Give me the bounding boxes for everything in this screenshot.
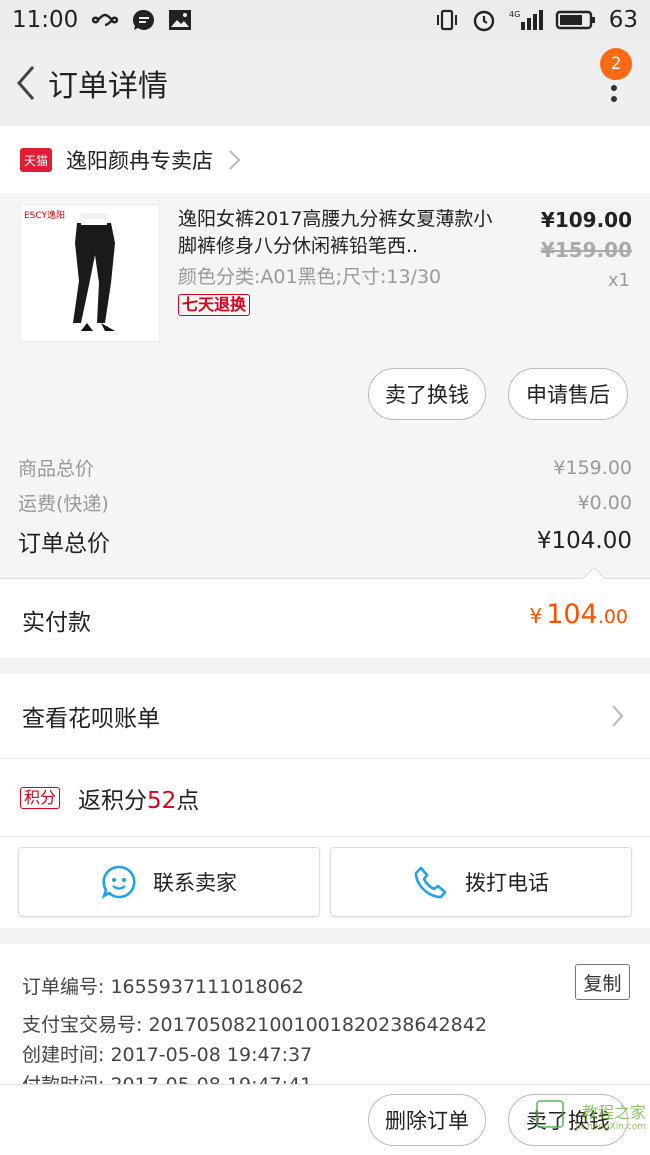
paid-amount-row: 实付款 ¥ 104 .00	[0, 578, 650, 658]
store-row[interactable]: 天猫 逸阳颜冉专卖店	[0, 126, 650, 194]
goods-total-row: 商品总价 ¥159.00	[18, 454, 632, 481]
contact-row: 联系卖家 拨打电话	[0, 836, 650, 928]
watermark-url: JiChengXin.com	[575, 1122, 646, 1132]
contact-seller-button[interactable]: 联系卖家	[18, 847, 320, 917]
paid-currency-symbol: ¥	[529, 604, 543, 628]
tmall-icon: 天猫	[20, 148, 52, 172]
points-badge: 积分	[20, 786, 61, 809]
paid-integer: 104	[546, 599, 598, 630]
watermark: 教程之家 JiChengXin.com	[575, 1105, 646, 1133]
order-number: 订单编号: 1655937111018062	[22, 976, 304, 998]
points-prefix: 返积分	[78, 787, 148, 814]
trousers-image-icon	[73, 213, 115, 331]
product-image[interactable]: ESCY逸阳	[20, 204, 160, 342]
points-amount: 52	[147, 787, 177, 814]
chevron-left-icon	[17, 66, 35, 100]
message-icon	[132, 8, 156, 32]
payment-time: 付款时间: 2017-05-08 19:47:41	[22, 1070, 312, 1084]
product-quantity: x1	[607, 270, 630, 291]
huabei-label: 查看花呗账单	[22, 706, 160, 732]
chevron-right-icon	[227, 149, 241, 171]
paid-amount: ¥ 104 .00	[530, 599, 629, 630]
page-title: 订单详情	[48, 69, 168, 104]
points-row: 积分 返积分52点	[0, 758, 650, 836]
battery-level: 63	[608, 7, 638, 33]
product-title[interactable]: 逸阳女裤2017高腰九分裤女夏薄款小脚裤修身八分休闲裤铅笔西..	[178, 206, 508, 260]
shipping-label: 运费(快递)	[18, 493, 109, 515]
call-phone-button[interactable]: 拨打电话	[330, 847, 632, 917]
order-total-label: 订单总价	[18, 531, 110, 557]
after-sale-button[interactable]: 申请售后	[508, 368, 628, 420]
huabei-bill-row[interactable]: 查看花呗账单	[0, 674, 650, 758]
goods-total-value: ¥159.00	[553, 456, 632, 479]
status-left: 11:00	[12, 7, 192, 33]
copy-button[interactable]: 复制	[575, 964, 630, 1000]
product-card: ESCY逸阳 逸阳女裤2017高腰九分裤女夏薄款小脚裤修身八分休闲裤铅笔西.. …	[0, 194, 650, 430]
paid-decimal: .00	[597, 606, 628, 628]
vibrate-icon	[435, 8, 459, 32]
contact-seller-label: 联系卖家	[153, 871, 237, 895]
product-spec: 颜色分类:A01黑色;尺寸:13/30	[178, 266, 442, 288]
goods-total-label: 商品总价	[18, 458, 95, 480]
battery-icon	[555, 9, 597, 31]
title-bar: 订单详情 2	[0, 40, 650, 126]
created-time: 创建时间: 2017-05-08 19:47:37	[22, 1044, 313, 1066]
product-original-price: ¥159.00	[540, 238, 632, 262]
delete-order-button[interactable]: 删除订单	[368, 1094, 486, 1146]
watermark-title: 教程之家	[581, 1103, 646, 1122]
paid-label: 实付款	[22, 610, 91, 636]
shipping-row: 运费(快递) ¥0.00	[18, 489, 632, 516]
shipping-value: ¥0.00	[577, 491, 632, 514]
status-right: 4G 63	[435, 7, 638, 33]
watermark-logo-icon	[536, 1100, 564, 1128]
alarm-icon	[471, 7, 497, 33]
store-name: 逸阳颜冉专卖店	[66, 149, 213, 173]
product-image-brand: ESCY逸阳	[24, 211, 66, 221]
chat-bubble-icon	[101, 864, 137, 900]
price-summary: 商品总价 ¥159.00 运费(快递) ¥0.00 订单总价 ¥104.00	[0, 430, 650, 578]
product-price: ¥109.00	[540, 208, 632, 232]
status-time: 11:00	[12, 7, 79, 33]
status-bar: 11:00 4G 63	[0, 0, 650, 40]
notification-badge: 2	[600, 48, 632, 80]
chevron-right-icon	[610, 704, 624, 734]
return-policy-badge: 七天退换	[178, 294, 251, 316]
order-total-row: 订单总价 ¥104.00	[18, 524, 632, 558]
alipay-trade-number: 支付宝交易号: 2017050821001001820238642842	[22, 1014, 487, 1036]
signal-icon: 4G	[509, 8, 543, 32]
order-total-value: ¥104.00	[536, 528, 632, 554]
sell-for-cash-button[interactable]: 卖了换钱	[368, 368, 486, 420]
order-info: 订单编号: 1655937111018062 复制 支付宝交易号: 201705…	[0, 944, 650, 1084]
points-suffix: 点	[176, 787, 200, 814]
network-type: 4G	[509, 10, 520, 19]
infinity-icon	[90, 11, 120, 29]
call-phone-label: 拨打电话	[465, 871, 549, 895]
points-text: 返积分52点	[78, 781, 199, 815]
phone-icon	[413, 864, 449, 900]
image-icon	[168, 9, 192, 31]
back-button[interactable]	[4, 53, 48, 113]
